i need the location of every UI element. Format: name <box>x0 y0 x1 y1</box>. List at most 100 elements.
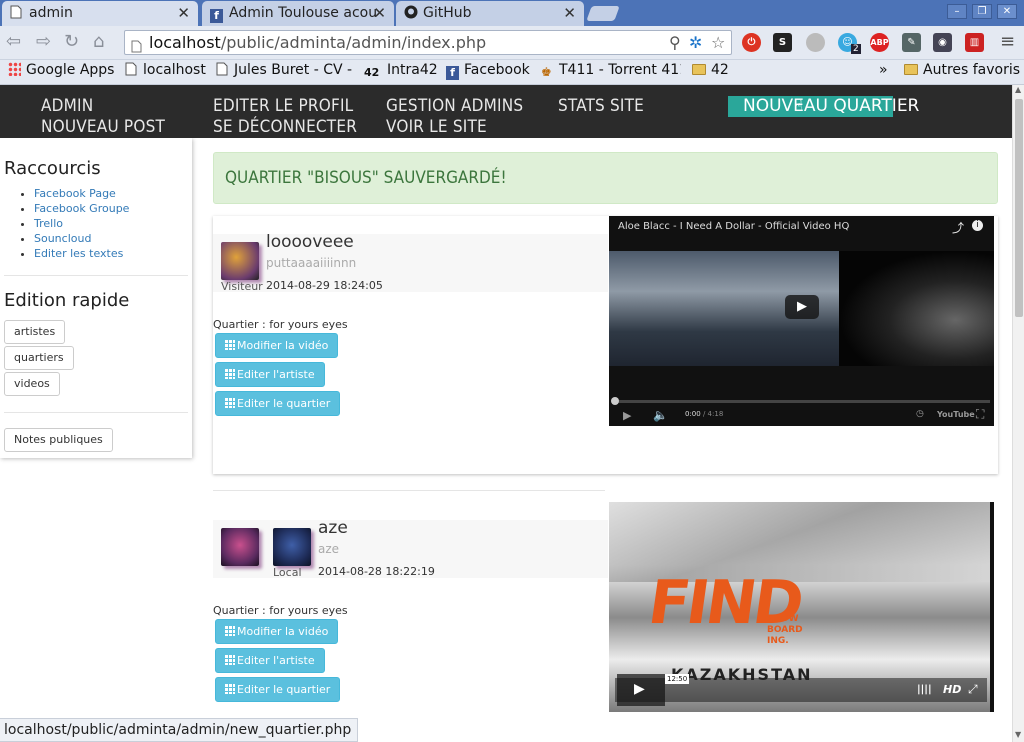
bookmarks-overflow-chevron-icon[interactable]: » <box>879 62 888 78</box>
nav-stats[interactable]: STATS SITE <box>558 96 644 116</box>
camera-icon[interactable]: ◉ <box>933 33 952 52</box>
page-icon <box>125 62 138 76</box>
bookmark-google-apps[interactable]: Google Apps <box>8 62 114 78</box>
bookmark-t411[interactable]: ♚ T411 - Torrent 411 <box>541 62 681 79</box>
artist-thumbnail[interactable] <box>221 242 259 280</box>
post-date: 2014-08-28 18:22:19 <box>318 565 435 578</box>
page-scrollbar[interactable]: ▲ ▼ <box>1012 85 1024 742</box>
loading-extension-icon[interactable] <box>806 33 825 52</box>
bookmark-other-favorites[interactable]: Autres favoris <box>904 62 1020 78</box>
back-icon[interactable]: ⇦ <box>6 31 21 52</box>
close-icon[interactable]: ✕ <box>373 4 386 22</box>
shortcut-trello[interactable]: Trello <box>34 216 129 231</box>
quartier-thumbnail[interactable] <box>273 528 311 566</box>
videos-button[interactable]: videos <box>4 372 60 396</box>
close-window-button[interactable]: ✕ <box>997 4 1017 19</box>
bookmark-intra42[interactable]: 42 Intra42 <box>364 62 438 80</box>
tab-admin-toulouse[interactable]: f Admin Toulouse acou ✕ <box>202 1 394 26</box>
bookmark-localhost[interactable]: localhost <box>125 62 206 78</box>
post-title: looooveee <box>266 232 354 252</box>
nav-logout[interactable]: SE DÉCONNECTER <box>213 117 357 137</box>
t411-icon: ♚ <box>541 65 552 79</box>
play-icon[interactable]: ▶ <box>623 409 631 422</box>
facebook-icon: f <box>210 9 223 23</box>
adblock-icon[interactable]: ABP <box>870 33 889 52</box>
close-icon[interactable]: ✕ <box>177 4 190 22</box>
close-icon[interactable]: ✕ <box>563 4 576 22</box>
scroll-up-icon[interactable]: ▲ <box>1015 85 1021 94</box>
grid-icon <box>225 369 235 379</box>
browser-tab-strip: admin ✕ f Admin Toulouse acou ✕ GitHub ✕ … <box>0 0 1024 26</box>
volume-bars-icon[interactable]: |||| <box>917 684 932 695</box>
nav-new-post[interactable]: NOUVEAU POST <box>41 117 165 137</box>
play-button[interactable]: ▶ <box>785 295 819 319</box>
public-notes-button[interactable]: Notes publiques <box>4 428 113 452</box>
bookmark-folder-42[interactable]: 42 <box>692 62 729 78</box>
eyedropper-icon[interactable]: ✎ <box>902 33 921 52</box>
red-extension-icon[interactable]: ▥ <box>965 33 984 52</box>
post-role: Visiteur <box>221 280 263 293</box>
artist-thumbnail[interactable] <box>221 528 259 566</box>
star-icon[interactable]: ☆ <box>711 31 725 54</box>
nav-new-quartier-label: NOUVEAU QUARTIER <box>743 96 920 116</box>
edit-artist-button[interactable]: Editer l'artiste <box>215 648 325 673</box>
folder-icon <box>692 64 706 75</box>
share-icon[interactable]: ⤴ <box>952 219 964 236</box>
shortcut-facebook-page[interactable]: Facebook Page <box>34 186 129 201</box>
youtube-logo-icon[interactable]: YouTube <box>937 410 975 419</box>
browser-toolbar: ⇦ ⇨ ↻ ⌂ localhost/public/adminta/admin/i… <box>0 26 1024 60</box>
shortcut-facebook-group[interactable]: Facebook Groupe <box>34 201 129 216</box>
menu-icon[interactable]: ≡ <box>1000 31 1015 52</box>
info-icon[interactable]: i <box>972 220 983 231</box>
artists-button[interactable]: artistes <box>4 320 66 344</box>
forward-icon[interactable]: ⇨ <box>36 31 51 52</box>
home-icon[interactable]: ⌂ <box>93 31 104 52</box>
scrollbar-thumb[interactable] <box>1015 99 1023 317</box>
quartiers-button[interactable]: quartiers <box>4 346 74 370</box>
tab-title: admin <box>29 5 73 21</box>
bookmark-cv[interactable]: Jules Buret - CV - S <box>216 62 352 78</box>
edit-video-button[interactable]: Modifier la vidéo <box>215 333 339 358</box>
tab-github[interactable]: GitHub ✕ <box>396 1 584 26</box>
page-icon <box>131 36 142 53</box>
reload-icon[interactable]: ↻ <box>64 31 79 52</box>
bookmark-label: T411 - Torrent 411 <box>559 62 681 78</box>
nav-edit-profile[interactable]: EDITER LE PROFIL <box>213 96 353 116</box>
nav-admin[interactable]: ADMIN <box>41 96 93 116</box>
play-button[interactable]: ▶ <box>617 674 665 706</box>
nav-manage-admins[interactable]: GESTION ADMINS <box>386 96 523 116</box>
scroll-down-icon[interactable]: ▼ <box>1015 730 1021 739</box>
new-tab-button[interactable] <box>586 6 620 21</box>
edit-quartier-button[interactable]: Editer le quartier <box>215 677 341 702</box>
tab-admin[interactable]: admin ✕ <box>2 1 198 26</box>
edit-quartier-button[interactable]: Editer le quartier <box>215 391 341 416</box>
volume-icon[interactable]: 🔈 <box>653 408 668 422</box>
video-progress-bar[interactable] <box>613 400 990 403</box>
fullscreen-icon[interactable]: ⤢ <box>968 682 978 697</box>
youtube-video-player[interactable]: Aloe Blacc - I Need A Dollar - Official … <box>609 216 994 426</box>
video-border <box>990 502 994 712</box>
nav-view-site[interactable]: VOIR LE SITE <box>386 117 487 137</box>
search-icon[interactable]: ⚲ <box>669 31 681 54</box>
page-content: Raccourcis Facebook Page Facebook Groupe… <box>0 138 1012 720</box>
shortcut-edit-texts[interactable]: Editer les textes <box>34 246 129 261</box>
hd-toggle[interactable]: HD <box>943 683 961 696</box>
address-bar[interactable]: localhost/public/adminta/admin/index.php… <box>124 30 732 55</box>
progress-handle[interactable] <box>611 397 619 405</box>
fullscreen-icon[interactable]: ⛶ <box>976 407 984 422</box>
maximize-button[interactable]: ❐ <box>972 4 992 19</box>
nav-new-quartier-button[interactable]: NOUVEAU QUARTIER <box>728 96 919 117</box>
admin-nav: ADMIN NOUVEAU POST EDITER LE PROFIL SE D… <box>0 85 1012 138</box>
stop-extension-icon[interactable]: ⏻ <box>742 33 761 52</box>
watch-later-icon[interactable]: ◷ <box>916 409 924 419</box>
edit-video-button[interactable]: Modifier la vidéo <box>215 619 339 644</box>
vimeo-video-player[interactable]: FIND SNOW BOARD ING. KAZAKHSTAN ▶ 12:50 … <box>609 502 994 712</box>
translate-icon[interactable]: ✲ <box>689 31 702 54</box>
video-title[interactable]: Aloe Blacc - I Need A Dollar - Official … <box>618 221 849 232</box>
bookmark-facebook[interactable]: f Facebook <box>446 62 530 80</box>
minimize-button[interactable]: – <box>947 4 967 19</box>
shortcut-souncloud[interactable]: Souncloud <box>34 231 129 246</box>
edit-artist-button[interactable]: Editer l'artiste <box>215 362 325 387</box>
video-time: 0:00 / 4:18 <box>685 410 724 418</box>
s-extension-icon[interactable]: S <box>773 33 792 52</box>
